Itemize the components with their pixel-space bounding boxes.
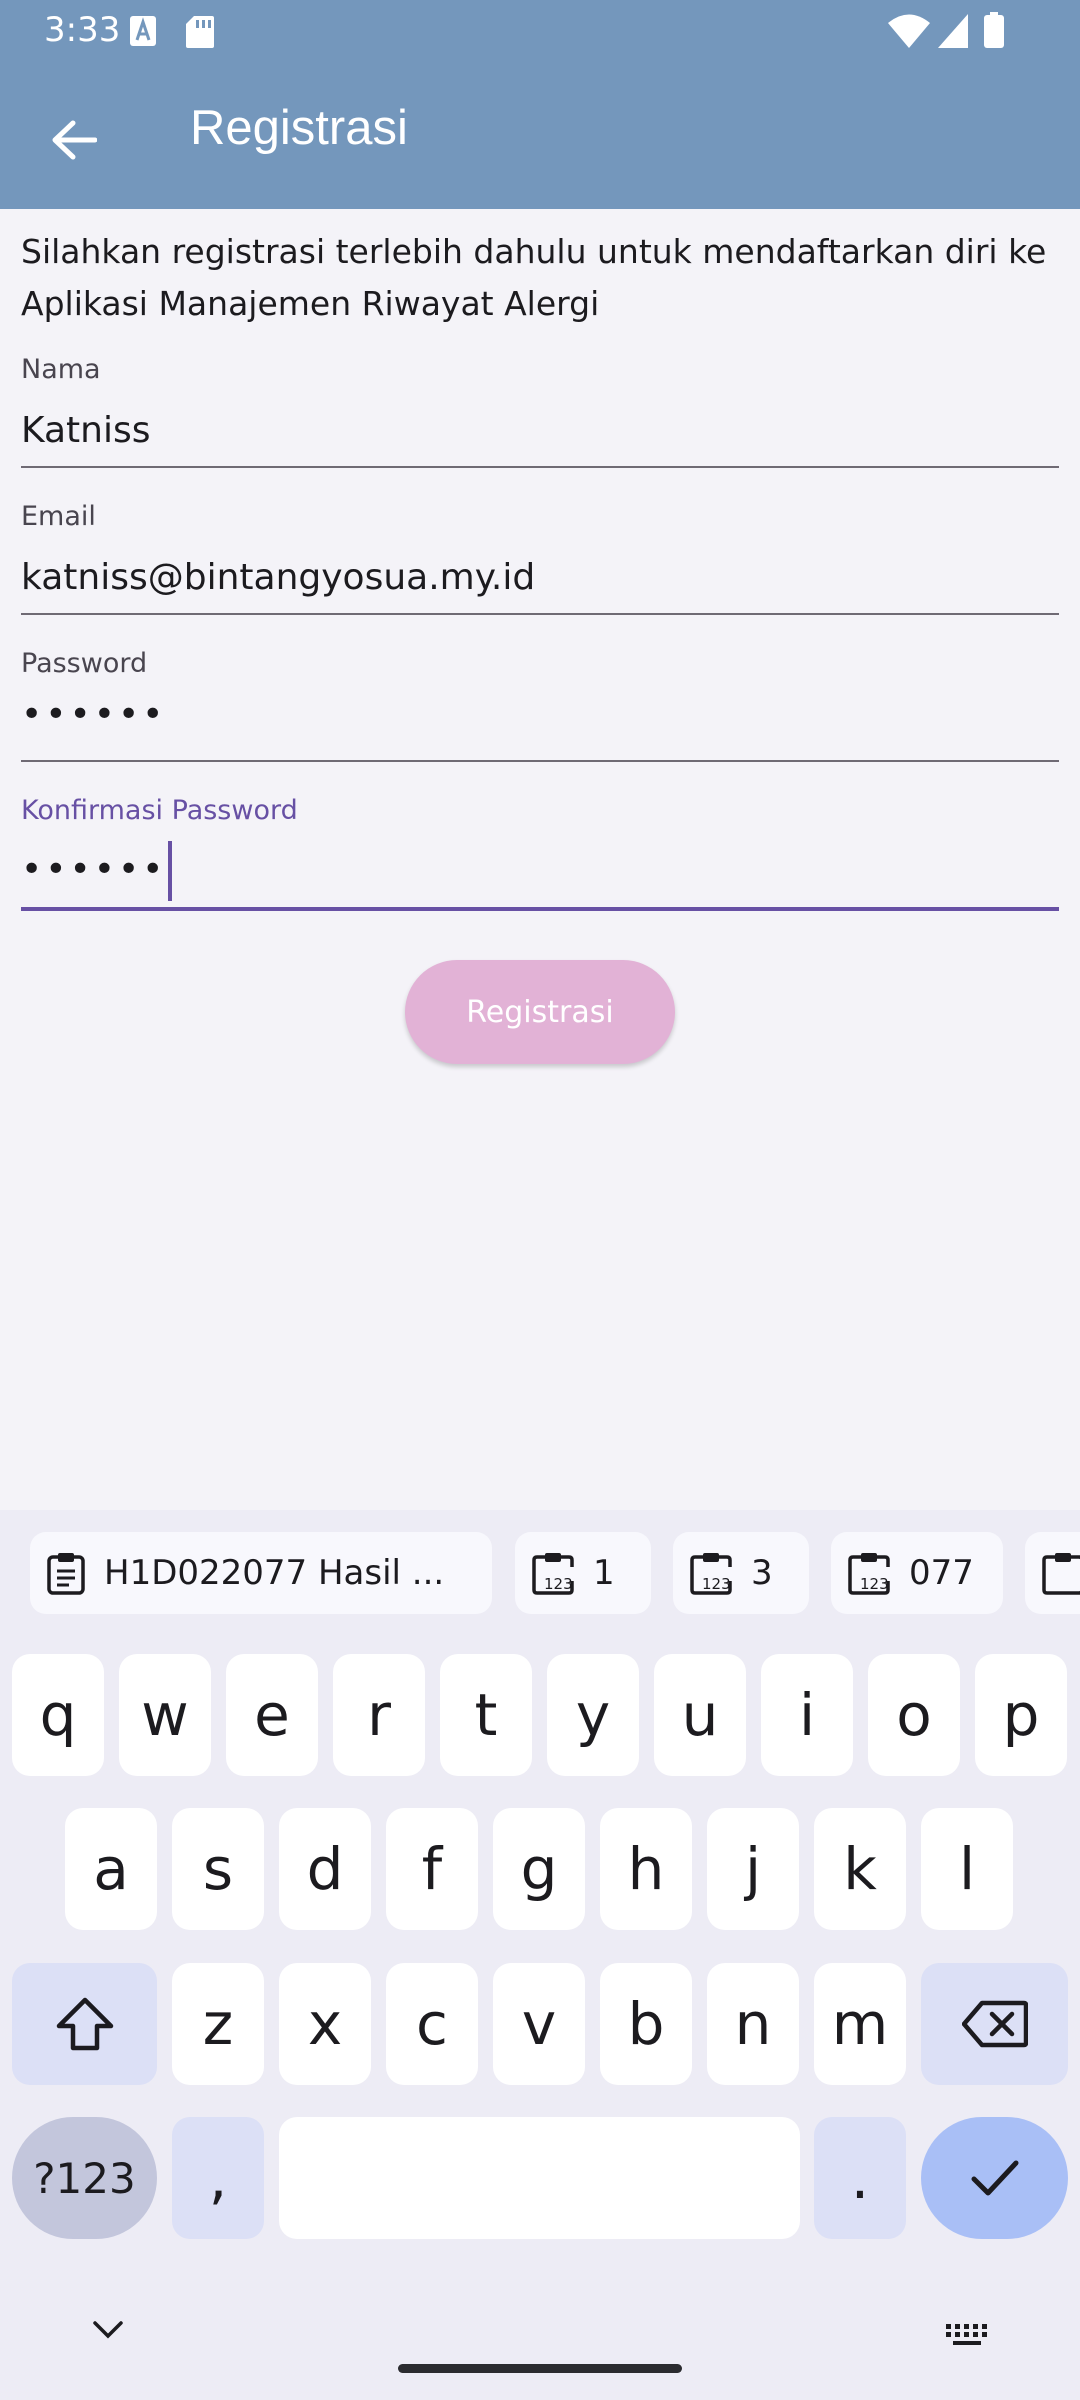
backspace-icon <box>961 2000 1028 2048</box>
key-d[interactable]: d <box>279 1808 371 1930</box>
clipboard-chip[interactable]: 123 1 <box>515 1532 651 1614</box>
comma-key[interactable]: , <box>172 2117 264 2239</box>
password-underline <box>21 760 1059 762</box>
keyboard-icon <box>946 2324 987 2345</box>
key-w[interactable]: w <box>119 1654 211 1776</box>
on-screen-keyboard: H1D022077 Hasil ... 123 1 123 3 123 077 … <box>0 1510 1080 2400</box>
clipboard-numbers-icon: 123 <box>848 1553 890 1595</box>
page-title: Registrasi <box>190 101 408 155</box>
confirm-password-value: •••••• <box>21 849 167 890</box>
key-p[interactable]: p <box>975 1654 1067 1776</box>
battery-icon <box>984 12 1004 52</box>
clipboard-chip[interactable]: 123 3 <box>673 1532 809 1614</box>
key-u[interactable]: u <box>654 1654 746 1776</box>
key-v[interactable]: v <box>493 1963 585 2085</box>
chevron-down-icon <box>93 2321 123 2339</box>
cellular-signal-icon <box>938 14 968 52</box>
clipboard-chip-partial[interactable] <box>1025 1532 1080 1614</box>
clipboard-numbers-icon: 123 <box>532 1553 574 1595</box>
key-a[interactable]: a <box>65 1808 157 1930</box>
check-icon <box>971 2160 1018 2196</box>
register-button[interactable]: Registrasi <box>405 960 675 1064</box>
key-n[interactable]: n <box>707 1963 799 2085</box>
shift-key[interactable] <box>12 1963 157 2085</box>
app-bar: Registrasi <box>0 62 1080 209</box>
key-q[interactable]: q <box>12 1654 104 1776</box>
keyboard-switch-button[interactable] <box>944 2322 992 2352</box>
name-underline <box>21 466 1059 468</box>
clipboard-chip[interactable]: H1D022077 Hasil ... <box>30 1532 492 1614</box>
clipboard-chip-text: 1 <box>593 1553 615 1593</box>
svg-text:123: 123 <box>860 1575 889 1593</box>
confirm-password-input[interactable]: •••••• <box>21 841 173 901</box>
clipboard-suggestions: H1D022077 Hasil ... 123 1 123 3 123 077 <box>0 1532 1080 1614</box>
svg-text:123: 123 <box>544 1575 573 1593</box>
key-h[interactable]: h <box>600 1808 692 1930</box>
hide-keyboard-button[interactable] <box>92 2320 132 2350</box>
key-k[interactable]: k <box>814 1808 906 1930</box>
key-f[interactable]: f <box>386 1808 478 1930</box>
intro-text: Silahkan registrasi terlebih dahulu untu… <box>21 232 1047 323</box>
email-underline <box>21 613 1059 615</box>
wifi-icon <box>888 14 930 52</box>
clipboard-chip-text: 077 <box>909 1553 974 1593</box>
key-r[interactable]: r <box>333 1654 425 1776</box>
key-t[interactable]: t <box>440 1654 532 1776</box>
symbols-key[interactable]: ?123 <box>12 2117 157 2239</box>
key-x[interactable]: x <box>279 1963 371 2085</box>
key-o[interactable]: o <box>868 1654 960 1776</box>
password-input[interactable]: •••••• <box>21 694 166 735</box>
key-z[interactable]: z <box>172 1963 264 2085</box>
key-g[interactable]: g <box>493 1808 585 1930</box>
accessibility-notification-icon <box>130 16 156 50</box>
clipboard-numbers-icon: 123 <box>690 1553 732 1595</box>
key-s[interactable]: s <box>172 1808 264 1930</box>
clipboard-chip[interactable]: 123 077 <box>831 1532 1003 1614</box>
key-b[interactable]: b <box>600 1963 692 2085</box>
name-input[interactable] <box>21 400 1059 460</box>
text-caret <box>168 841 173 901</box>
clipboard-icon <box>47 1553 85 1595</box>
status-bar: 3:33 <box>0 0 1080 62</box>
arrow-left-icon <box>52 120 97 160</box>
confirm-password-underline <box>21 907 1059 911</box>
clipboard-chip-text: 3 <box>751 1553 773 1593</box>
backspace-key[interactable] <box>921 1963 1068 2085</box>
password-label: Password <box>21 648 148 679</box>
back-button[interactable] <box>38 104 110 176</box>
key-i[interactable]: i <box>761 1654 853 1776</box>
key-e[interactable]: e <box>226 1654 318 1776</box>
clipboard-numbers-icon <box>1042 1553 1080 1595</box>
space-key[interactable] <box>279 2117 800 2239</box>
key-m[interactable]: m <box>814 1963 906 2085</box>
sd-card-icon <box>186 16 214 52</box>
key-y[interactable]: y <box>547 1654 639 1776</box>
key-l[interactable]: l <box>921 1808 1013 1930</box>
email-label: Email <box>21 501 96 532</box>
confirm-password-label: Konfirmasi Password <box>21 795 298 826</box>
enter-key[interactable] <box>921 2117 1068 2239</box>
status-time: 3:33 <box>44 10 121 50</box>
shift-icon <box>56 1997 113 2051</box>
key-c[interactable]: c <box>386 1963 478 2085</box>
key-j[interactable]: j <box>707 1808 799 1930</box>
home-indicator[interactable] <box>398 2364 682 2373</box>
period-key[interactable]: . <box>814 2117 906 2239</box>
name-label: Nama <box>21 354 101 385</box>
clipboard-chip-text: H1D022077 Hasil ... <box>104 1553 445 1593</box>
svg-text:123: 123 <box>702 1575 731 1593</box>
email-input[interactable] <box>21 547 1059 607</box>
